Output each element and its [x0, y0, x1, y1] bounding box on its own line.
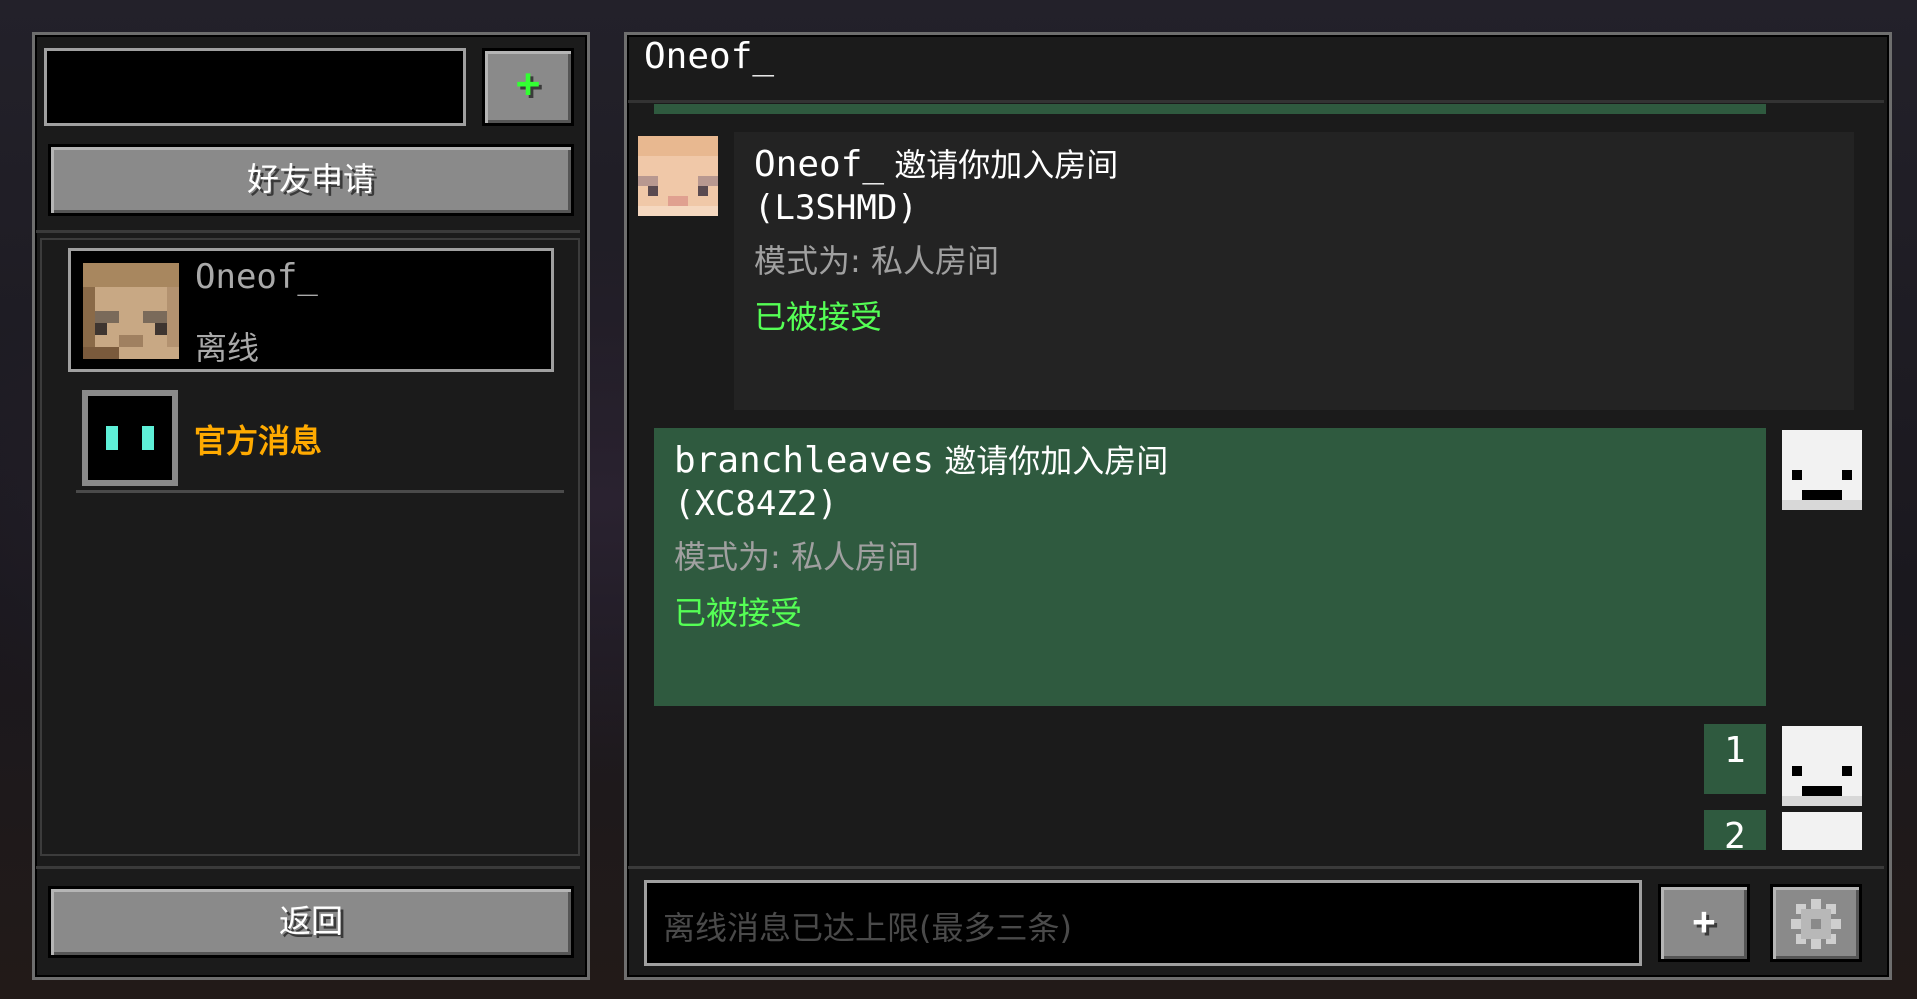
avatar [638, 136, 718, 216]
contact-name: 官方消息 [194, 422, 323, 460]
avatar [1782, 812, 1862, 850]
gear-icon [1791, 899, 1841, 949]
plus-icon: + [1692, 899, 1716, 943]
room-mode: 模式为: 私人房间 [674, 538, 919, 576]
message-text: 2 [1724, 816, 1746, 850]
message-bubble: 2 [1704, 810, 1766, 850]
message-action: 邀请你加入房间 [934, 442, 1169, 480]
friend-requests-button[interactable]: 好友申请 [48, 144, 574, 216]
robot-icon [82, 390, 178, 486]
sender-name: Oneof_ [754, 144, 885, 185]
contact-item-official[interactable]: 官方消息 [72, 386, 566, 494]
message-header: branchleaves 邀请你加入房间 [674, 436, 1168, 482]
divider [36, 230, 580, 233]
avatar [1782, 726, 1862, 806]
header-accent-bar [654, 104, 1766, 114]
message-action: 邀请你加入房间 [884, 146, 1119, 184]
back-button[interactable]: 返回 [48, 886, 574, 958]
avatar [1782, 430, 1862, 510]
settings-button[interactable] [1770, 884, 1862, 962]
message-input[interactable]: 离线消息已达上限(最多三条) [644, 880, 1642, 966]
message-input-placeholder: 离线消息已达上限(最多三条) [663, 909, 1072, 947]
contact-name: Oneof_ [195, 257, 318, 297]
divider [76, 490, 564, 493]
sender-name: branchleaves [674, 440, 935, 481]
header-divider [628, 100, 1884, 103]
message-bubble: 1 [1704, 724, 1766, 794]
contact-item-oneof[interactable]: Oneof_ 离线 [68, 248, 554, 372]
room-code: (L3SHMD) [754, 188, 918, 228]
divider [36, 866, 580, 869]
attach-button[interactable]: + [1658, 884, 1750, 962]
message-text: 1 [1724, 730, 1746, 771]
chat-title: Oneof_ [644, 36, 775, 77]
status-accepted: 已被接受 [754, 298, 883, 336]
message-bubble: branchleaves 邀请你加入房间 (XC84Z2) 模式为: 私人房间 … [654, 428, 1766, 706]
contact-status: 离线 [195, 329, 260, 367]
avatar [83, 263, 179, 359]
plus-icon: + [515, 61, 541, 107]
divider [628, 866, 1884, 869]
status-accepted: 已被接受 [674, 594, 803, 632]
room-mode: 模式为: 私人房间 [754, 242, 999, 280]
message-list-clip: 2 [1700, 810, 1870, 850]
search-input[interactable] [44, 48, 466, 126]
message-bubble: Oneof_ 邀请你加入房间 (L3SHMD) 模式为: 私人房间 已被接受 [734, 132, 1854, 410]
add-friend-button[interactable]: + [482, 48, 574, 126]
message-header: Oneof_ 邀请你加入房间 [754, 140, 1118, 186]
room-code: (XC84Z2) [674, 484, 838, 524]
